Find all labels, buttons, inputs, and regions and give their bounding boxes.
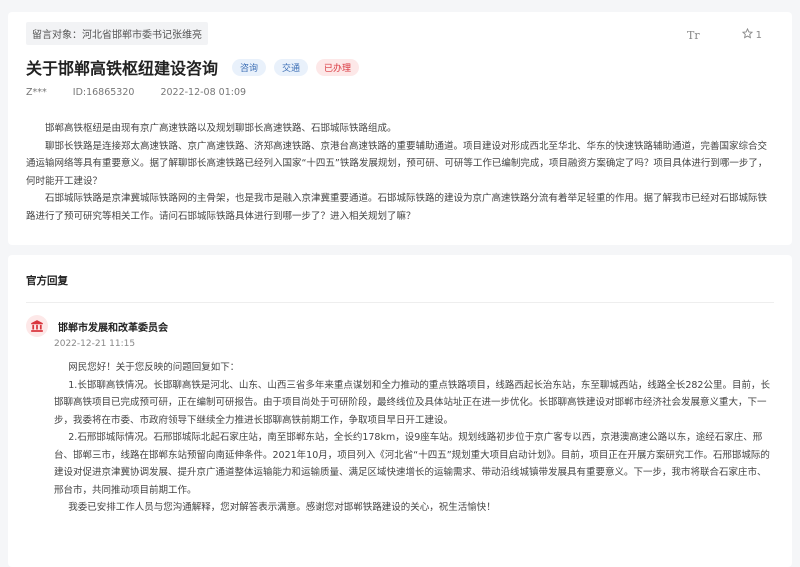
reply-paragraph: 网民您好！关于您反映的问题回复如下：	[68, 362, 240, 373]
reply-datetime: 2022-12-21 11:15	[54, 339, 136, 349]
star-icon	[741, 27, 753, 42]
reply-body: 网民您好！关于您反映的问题回复如下： 1.长邯聊高铁情况。长邯聊高铁是河北、山东…	[26, 359, 774, 517]
message-paragraph: 石邯城际铁路是京津冀城际铁路网的主骨架，也是我市是融入京津冀重要通道。石邯城际铁…	[26, 193, 768, 222]
font-size-icon: Tr	[687, 28, 700, 42]
like-count: 1	[755, 29, 762, 41]
message-title: 关于邯郸高铁枢纽建设咨询	[26, 59, 219, 78]
reply-paragraph: 我委已安排工作人员与您沟通解释，您对解答表示满意。感谢您对邯郸铁路建设的关心，祝…	[68, 502, 496, 513]
message-id: ID:16865320	[72, 87, 135, 98]
reply-card: 官方回复 邯郸市发展和改革委员会 2022-12-21 11:15 网民您好！关…	[8, 255, 792, 567]
recipient-label: 留言对象：河北省邯郸市委书记张维亮	[26, 22, 208, 45]
message-meta: Z*** ID:16865320 2022-12-08 01:09	[26, 87, 774, 98]
author: Z***	[26, 87, 47, 98]
reply-section-title: 官方回复	[26, 255, 774, 303]
message-datetime: 2022-12-08 01:09	[160, 87, 247, 98]
tag-traffic: 交通	[274, 58, 309, 76]
font-size-button[interactable]: Tr	[687, 28, 700, 42]
tag-status: 已办理	[316, 58, 360, 76]
reply-paragraph: 1.长邯聊高铁情况。长邯聊高铁是河北、山东、山西三省多年来重点谋划和全力推动的重…	[54, 379, 770, 426]
like-button[interactable]: 1	[741, 27, 762, 42]
message-paragraph: 邯郸高铁枢纽是由现有京广高速铁路以及规划聊邯长高速铁路、石邯城际铁路组成。	[45, 123, 397, 134]
tag-consult: 咨询	[232, 58, 267, 76]
message-card: 留言对象：河北省邯郸市委书记张维亮 Tr 1 关于邯郸高铁枢纽建设咨询 咨询 交…	[8, 12, 792, 245]
message-body: 邯郸高铁枢纽是由现有京广高速铁路以及规划聊邯长高速铁路、石邯城际铁路组成。 聊邯…	[26, 120, 774, 225]
reply-paragraph: 2.石邢邯城际情况。石邢邯城际北起石家庄站，南至邯郸东站，全长约178km，设9…	[54, 432, 770, 496]
government-building-icon	[26, 315, 48, 337]
toolbar: Tr 1	[687, 27, 762, 42]
reply-department: 邯郸市发展和改革委员会	[58, 322, 168, 334]
message-paragraph: 聊邯长铁路是连接郑太高速铁路、京广高速铁路、济郑高速铁路、京港台高速铁路的重要辅…	[26, 140, 768, 187]
